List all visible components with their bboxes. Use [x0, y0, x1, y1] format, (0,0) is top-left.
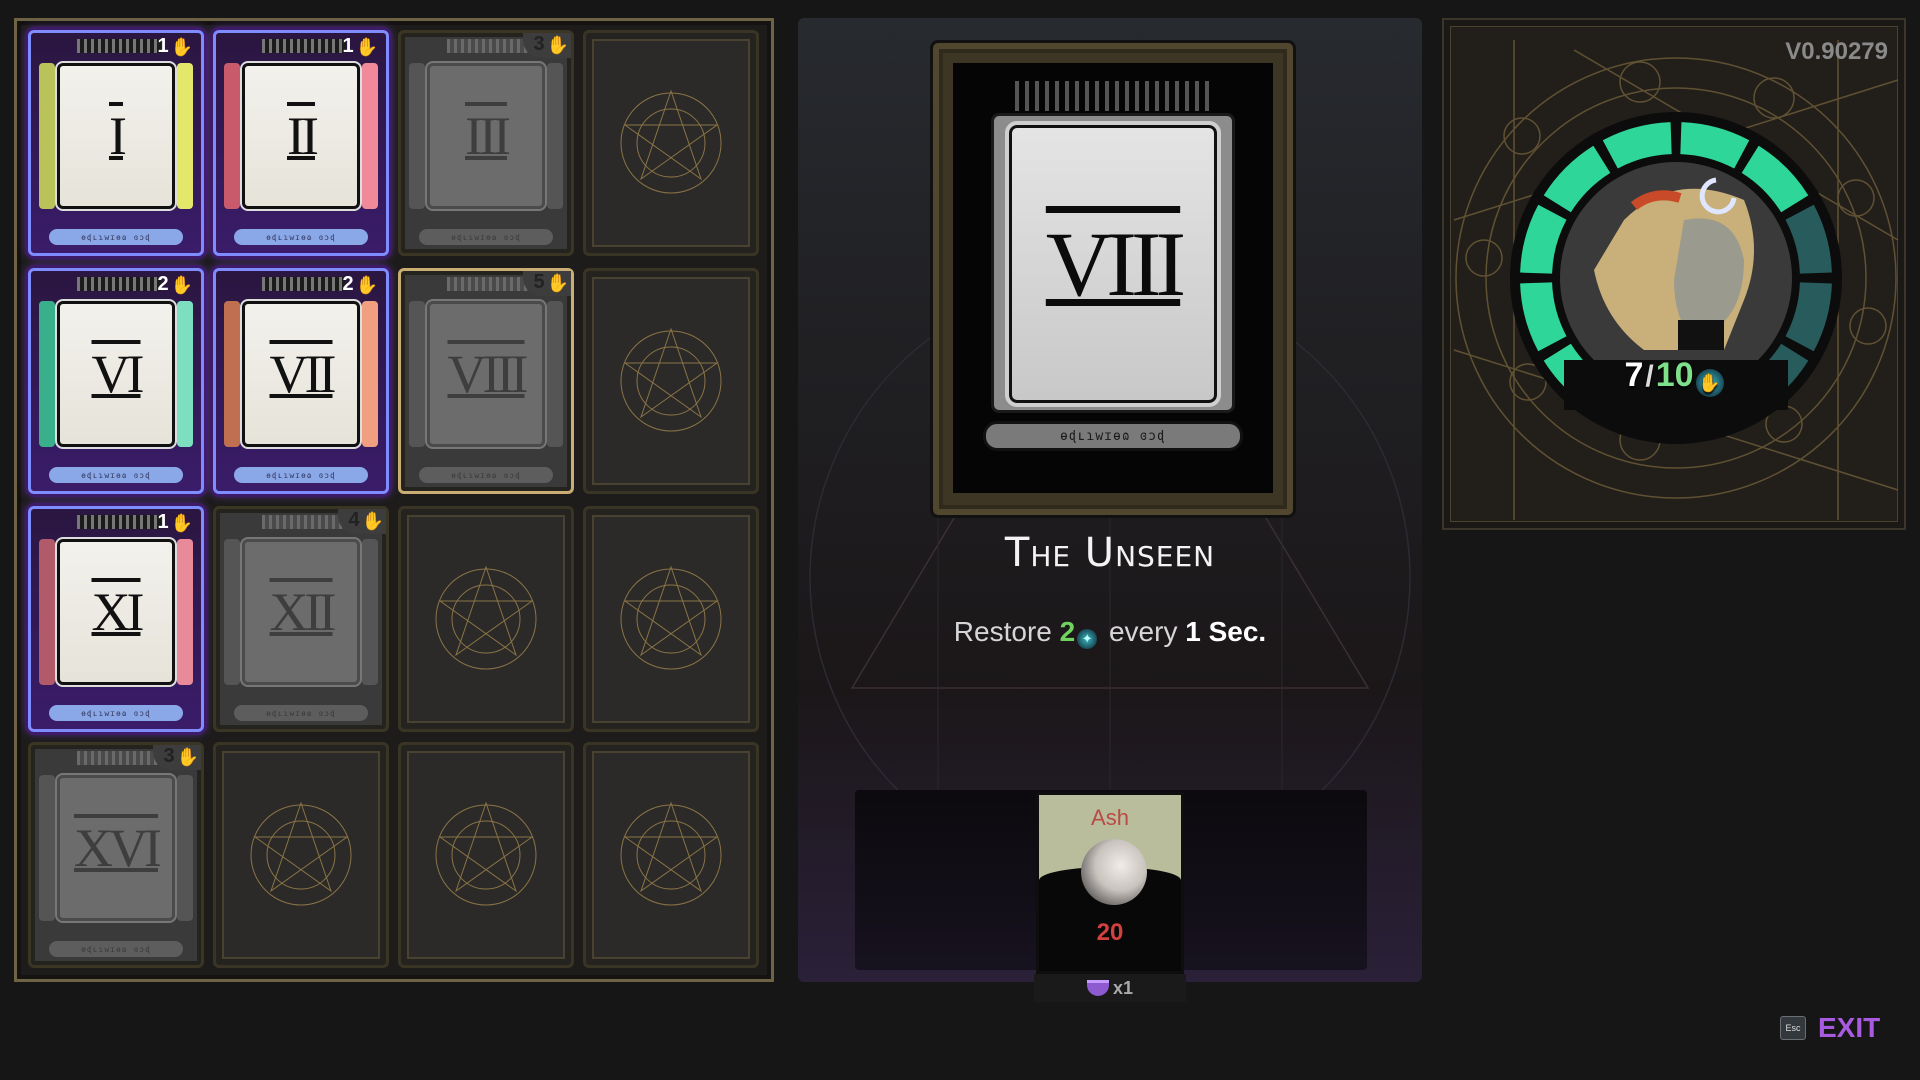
grasp-current: 7	[1624, 356, 1644, 394]
grasp-icon: ✋	[1695, 369, 1724, 397]
arcana-card[interactable]: VIII ɵɖʟɿwɪɵɷ ɞɔɖ 5 ✋	[398, 268, 574, 494]
arcana-card[interactable]: XVI ɵɖʟɿwɪɵɷ ɞɔɖ 3 ✋	[28, 742, 204, 968]
grasp-ring	[1510, 112, 1842, 444]
locked-card-slot[interactable]	[583, 742, 759, 968]
version-label: V0.90279	[1785, 38, 1888, 65]
card-banner: ɵɖʟɿwɪɵɷ ɞɔɖ	[419, 229, 553, 245]
card-cost: 3 ✋	[153, 745, 201, 770]
arcana-card[interactable]: Iɵɖʟɿwɪɵɷ ɞɔɖ 1 ✋	[28, 30, 204, 256]
card-banner: ɵɖʟɿwɪɵɷ ɞɔɖ	[49, 941, 183, 957]
arcana-grid-panel: Iɵɖʟɿwɪɵɷ ɞɔɖ 1 ✋ II ɵɖʟɿwɪɵɷ ɞɔɖ 1 ✋ III ɵɖʟɿwɪ…	[14, 18, 774, 982]
card-face: VII	[240, 299, 362, 449]
card-face: I	[55, 61, 177, 211]
pentagram-icon	[435, 801, 537, 906]
card-numeral: XVI	[74, 818, 162, 878]
hand-icon: ✋	[176, 746, 199, 767]
card-face: III	[425, 61, 547, 211]
ingredient-icon	[1086, 980, 1109, 996]
grasp-readout: 7/10 ✋	[1444, 356, 1908, 397]
ash-icon	[1081, 839, 1147, 905]
card-banner: ɵɖʟɿwɪɵɷ ɞɔɖ	[49, 705, 183, 721]
pentagram-icon	[435, 565, 537, 670]
card-face: VI	[55, 299, 177, 449]
locked-card-slot[interactable]	[583, 268, 759, 494]
arcana-card[interactable]: VII ɵɖʟɿwɪɵɷ ɞɔɖ 2 ✋	[213, 268, 389, 494]
pentagram-icon	[620, 89, 722, 194]
card-cost: 3 ✋	[523, 33, 571, 58]
card-banner: ɵɖʟɿwɪɵɷ ɞɔɖ	[49, 467, 183, 483]
selected-card-numeral: VIII	[1045, 213, 1186, 315]
hand-icon: ✋	[361, 510, 384, 531]
card-cost: 1 ✋	[157, 35, 193, 57]
card-numeral: VII	[269, 344, 337, 404]
locked-card-slot[interactable]	[213, 742, 389, 968]
card-cost: 5 ✋	[523, 271, 571, 296]
arcana-card[interactable]: XII ɵɖʟɿwɪɵɷ ɞɔɖ 4 ✋	[213, 506, 389, 732]
card-banner: ɵɖʟɿwɪɵɷ ɞɔɖ	[419, 467, 553, 483]
card-numeral: VIII	[447, 344, 529, 404]
card-banner: ɵɖʟɿwɪɵɷ ɞɔɖ	[234, 229, 368, 245]
card-numeral: XI	[91, 582, 145, 642]
restore-amount: 2	[1059, 616, 1076, 647]
card-face: XI	[55, 537, 177, 687]
card-numeral: II	[287, 106, 319, 166]
resource-count: 20	[1096, 919, 1124, 946]
card-numeral: III	[465, 106, 511, 166]
card-detail-panel: VIII ɵɖʟɿwɪɵɷ ɞɔɖ The Unseen Restore 2 ✦ …	[798, 18, 1422, 1002]
arcana-card[interactable]: VI ɵɖʟɿwɪɵɷ ɞɔɖ 2 ✋	[28, 268, 204, 494]
card-numeral: VI	[91, 344, 145, 404]
card-title: The Unseen	[1004, 530, 1216, 576]
card-face: XVI	[55, 773, 177, 923]
hand-icon: ✋	[170, 274, 193, 295]
arcana-card[interactable]: XI ɵɖʟɿwɪɵɷ ɞɔɖ 1 ✋	[28, 506, 204, 732]
card-numeral: XII	[269, 582, 337, 642]
card-cost: 4 ✋	[338, 509, 386, 534]
arcana-card[interactable]: II ɵɖʟɿwɪɵɷ ɞɔɖ 1 ✋	[213, 30, 389, 256]
hand-icon: ✋	[546, 34, 569, 55]
grasp-portrait-panel: V0.90279 7/10 ✋	[1442, 18, 1906, 530]
hand-icon: ✋	[355, 36, 378, 57]
card-face: XII	[240, 537, 362, 687]
locked-card-slot[interactable]	[583, 30, 759, 256]
pentagram-icon	[250, 801, 352, 906]
card-face: VIII	[425, 299, 547, 449]
hand-icon: ✋	[355, 274, 378, 295]
esc-key-icon: Esc	[1780, 1016, 1806, 1040]
selected-card-face: VIII	[1005, 121, 1221, 407]
card-cost: 2 ✋	[157, 273, 193, 295]
exit-label: EXIT	[1818, 1012, 1881, 1043]
pentagram-icon	[620, 801, 722, 906]
card-cost: 1 ✋	[342, 35, 378, 57]
card-banner: ɵɖʟɿwɪɵɷ ɞɔɖ	[234, 705, 368, 721]
card-banner: ɵɖʟɿwɪɵɷ ɞɔɖ	[49, 229, 183, 245]
hand-icon: ✋	[546, 272, 569, 293]
locked-card-slot[interactable]	[398, 506, 574, 732]
selected-card-banner: ɵɖʟɿwɪɵɷ ɞɔɖ	[983, 421, 1243, 451]
locked-card-slot[interactable]	[398, 742, 574, 968]
grasp-max: 10	[1655, 356, 1694, 394]
card-face: II	[240, 61, 362, 211]
selected-card-art: VIII ɵɖʟɿwɪɵɷ ɞɔɖ	[930, 40, 1296, 518]
card-description: Restore 2 ✦ every 1 Sec.	[953, 616, 1267, 649]
card-numeral: I	[109, 106, 127, 166]
arcana-card[interactable]: III ɵɖʟɿwɪɵɷ ɞɔɖ 3 ✋	[398, 30, 574, 256]
resource-quantity: x1	[1034, 974, 1186, 1002]
pentagram-icon	[620, 327, 722, 432]
grasp-icon: ✦	[1077, 629, 1098, 649]
pentagram-icon	[620, 565, 722, 670]
locked-card-slot[interactable]	[583, 506, 759, 732]
card-cost: 2 ✋	[342, 273, 378, 295]
exit-button[interactable]: Esc EXIT	[1780, 1012, 1880, 1044]
card-cost: 1 ✋	[157, 511, 193, 533]
card-banner: ɵɖʟɿwɪɵɷ ɞɔɖ	[234, 467, 368, 483]
unlock-cost-item[interactable]: Ash 20	[1036, 792, 1184, 974]
hand-icon: ✋	[170, 512, 193, 533]
hand-icon: ✋	[170, 36, 193, 57]
restore-interval: 1 Sec.	[1185, 616, 1267, 647]
resource-name: Ash	[1091, 805, 1129, 830]
